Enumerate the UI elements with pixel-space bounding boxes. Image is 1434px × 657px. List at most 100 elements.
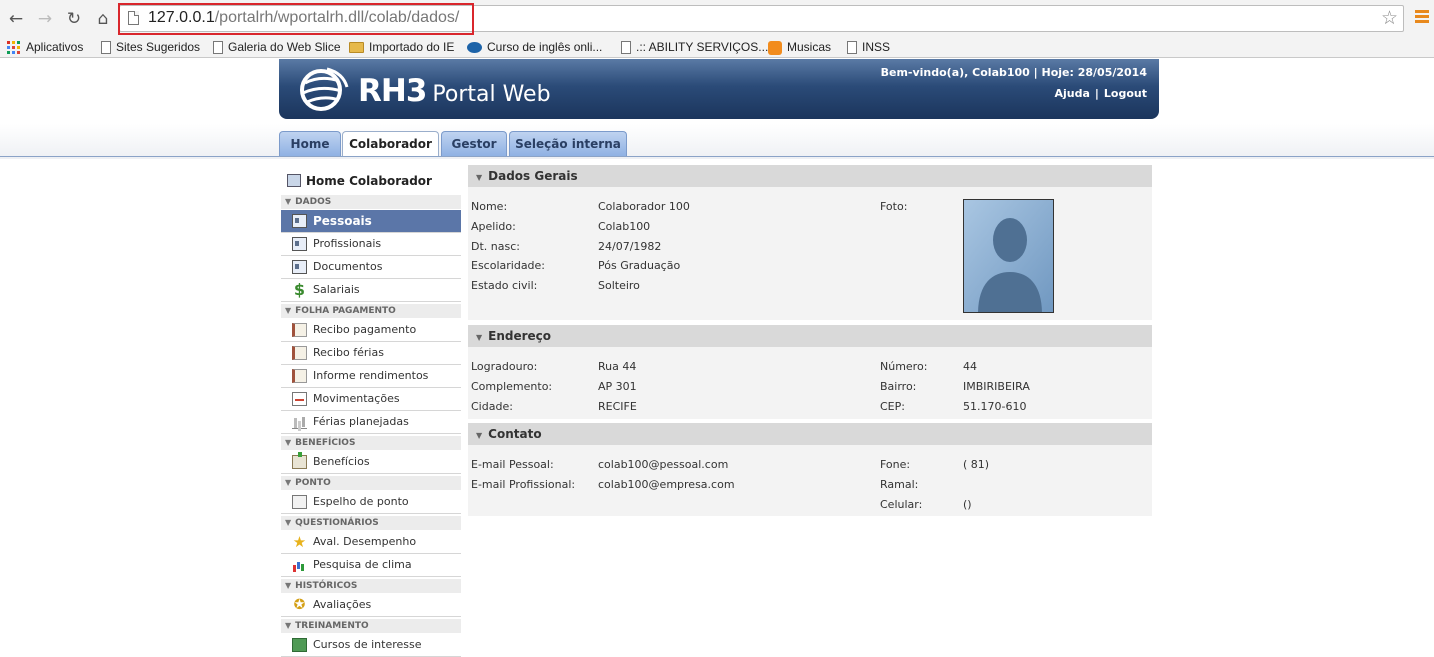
reload-icon[interactable]: ↻ <box>63 8 85 30</box>
dt-nasc-value: 24/07/1982 <box>598 240 662 253</box>
page-icon <box>128 11 139 25</box>
sidebar-item-label: Documentos <box>313 260 383 273</box>
bookmark-inss[interactable]: INSS <box>847 38 890 56</box>
portal-logo-text: RH3 Portal Web <box>358 73 551 109</box>
sidebar-home-colaborador[interactable]: Home Colaborador <box>287 174 432 190</box>
section-questionarios[interactable]: ▼ QUESTIONÁRIOS <box>281 516 461 530</box>
home-colaborador-icon <box>287 174 301 187</box>
folder-icon <box>349 42 364 54</box>
celular-label: Celular: <box>880 498 923 511</box>
sidebar-item-label: Recibo pagamento <box>313 323 417 336</box>
sidebar-item-recibo-ferias[interactable]: Recibo férias <box>281 342 461 365</box>
sidebar-item-pessoais[interactable]: Pessoais <box>281 210 461 233</box>
section-dados[interactable]: ▼ DADOS <box>281 195 461 209</box>
section-folha-pagamento[interactable]: ▼ FOLHA PAGAMENTO <box>281 304 461 318</box>
cep-label: CEP: <box>880 400 905 413</box>
medal-icon: ✪ <box>293 597 306 613</box>
fone-label: Fone: <box>880 458 911 471</box>
sidebar-item-beneficios[interactable]: Benefícios <box>281 451 461 474</box>
bookmark-aplicativos[interactable]: Aplicativos <box>7 38 83 56</box>
bookmark-musicas[interactable]: Musicas <box>768 38 831 56</box>
home-icon[interactable]: ⌂ <box>92 8 114 30</box>
sidebar-item-avaliacoes[interactable]: ✪ Avaliações <box>281 594 461 617</box>
logout-link[interactable]: Logout <box>1104 87 1147 100</box>
sidebar-item-label: Movimentações <box>313 392 400 405</box>
estado-civil-value: Solteiro <box>598 279 640 292</box>
user-links: Ajuda | Logout <box>1054 87 1147 100</box>
back-icon[interactable]: ← <box>5 8 27 30</box>
id-card-icon <box>292 237 307 251</box>
sidebar-item-label: Avaliações <box>313 598 372 611</box>
email-profissional-value: colab100@empresa.com <box>598 478 735 491</box>
cep-value: 51.170-610 <box>963 400 1027 413</box>
sidebar-item-recibo-pagamento[interactable]: Recibo pagamento <box>281 319 461 342</box>
tab-home[interactable]: Home <box>279 131 341 156</box>
nome-value: Colaborador 100 <box>598 200 690 213</box>
dados-gerais-header[interactable]: ▼ Dados Gerais <box>468 165 1152 187</box>
foto-label: Foto: <box>880 200 908 213</box>
sidebar-item-pesquisa-clima[interactable]: Pesquisa de clima <box>281 554 461 577</box>
sidebar-item-label: Pessoais <box>313 214 372 228</box>
tab-selecao-interna[interactable]: Seleção interna <box>509 131 627 156</box>
bookmark-galeria[interactable]: Galeria do Web Slice <box>213 38 341 56</box>
tab-divider <box>0 156 1434 157</box>
section-treinamento[interactable]: ▼ TREINAMENTO <box>281 619 461 633</box>
estado-civil-label: Estado civil: <box>471 279 538 292</box>
section-beneficios[interactable]: ▼ BENEFÍCIOS <box>281 436 461 450</box>
apelido-value: Colab100 <box>598 220 651 233</box>
timesheet-icon <box>292 495 307 509</box>
logradouro-value: Rua 44 <box>598 360 637 373</box>
collapse-triangle-icon: ▼ <box>285 197 292 206</box>
section-historicos[interactable]: ▼ HISTÓRICOS <box>281 579 461 593</box>
sidebar-item-label: Férias planejadas <box>313 415 409 428</box>
collapse-triangle-icon: ▼ <box>476 173 483 182</box>
logradouro-label: Logradouro: <box>471 360 538 373</box>
sidebar-item-label: Benefícios <box>313 455 370 468</box>
dt-nasc-label: Dt. nasc: <box>471 240 520 253</box>
sidebar-item-profissionais[interactable]: Profissionais <box>281 233 461 256</box>
bairro-label: Bairro: <box>880 380 917 393</box>
bookmark-label: Curso de inglês onli... <box>487 40 603 54</box>
email-profissional-label: E-mail Profissional: <box>471 478 576 491</box>
sidebar-item-label: Recibo férias <box>313 346 384 359</box>
sidebar-item-informe-rendimentos[interactable]: Informe rendimentos <box>281 365 461 388</box>
url-path: /portalrh/wportalrh.dll/colab/dados/ <box>214 9 460 26</box>
bookmark-curso-ingles[interactable]: Curso de inglês onli... <box>467 38 602 56</box>
sidebar-item-label: Profissionais <box>313 237 382 250</box>
sidebar-item-label: Espelho de ponto <box>313 495 409 508</box>
sidebar-item-documentos[interactable]: Documentos <box>281 256 461 279</box>
sidebar-item-salariais[interactable]: $ Salariais <box>281 279 461 302</box>
help-link[interactable]: Ajuda <box>1054 87 1089 100</box>
id-card-icon <box>292 214 307 228</box>
bookmark-label: Musicas <box>787 40 832 54</box>
browser-menu-icon[interactable] <box>1415 10 1429 24</box>
sidebar-item-aval-desempenho[interactable]: ★ Aval. Desempenho <box>281 531 461 554</box>
numero-value: 44 <box>963 360 977 373</box>
page-icon <box>847 41 857 55</box>
forward-icon[interactable]: → <box>34 8 56 30</box>
sidebar-item-label: Pesquisa de clima <box>313 558 412 571</box>
tab-colaborador[interactable]: Colaborador <box>342 131 439 157</box>
address-bar[interactable]: 127.0.0.1/portalrh/wportalrh.dll/colab/d… <box>119 5 1404 32</box>
sidebar-item-espelho-ponto[interactable]: Espelho de ponto <box>281 491 461 514</box>
bar-chart-icon <box>292 415 307 429</box>
url-text[interactable]: 127.0.0.1/portalrh/wportalrh.dll/colab/d… <box>148 9 459 27</box>
contato-header[interactable]: ▼ Contato <box>468 423 1152 445</box>
collapse-triangle-icon: ▼ <box>476 333 483 342</box>
music-icon <box>768 40 782 55</box>
tab-gestor[interactable]: Gestor <box>441 131 507 156</box>
sidebar-item-cursos-interesse[interactable]: Cursos de interesse <box>281 634 461 657</box>
bookmark-ability[interactable]: .:: ABILITY SERVIÇOS... <box>621 38 768 56</box>
link-separator: | <box>1094 87 1099 100</box>
bookmark-importado[interactable]: Importado do IE <box>349 38 454 56</box>
bookmark-sites-sugeridos[interactable]: Sites Sugeridos <box>101 38 200 56</box>
chart-icon <box>292 558 307 572</box>
page-icon <box>213 41 223 55</box>
bookmark-star-icon[interactable]: ☆ <box>1381 7 1398 29</box>
section-ponto[interactable]: ▼ PONTO <box>281 476 461 490</box>
panel-title: Dados Gerais <box>488 169 578 183</box>
sidebar-item-movimentacoes[interactable]: Movimentações <box>281 388 461 411</box>
sidebar-item-ferias-planejadas[interactable]: Férias planejadas <box>281 411 461 434</box>
endereco-header[interactable]: ▼ Endereço <box>468 325 1152 347</box>
nome-label: Nome: <box>471 200 508 213</box>
